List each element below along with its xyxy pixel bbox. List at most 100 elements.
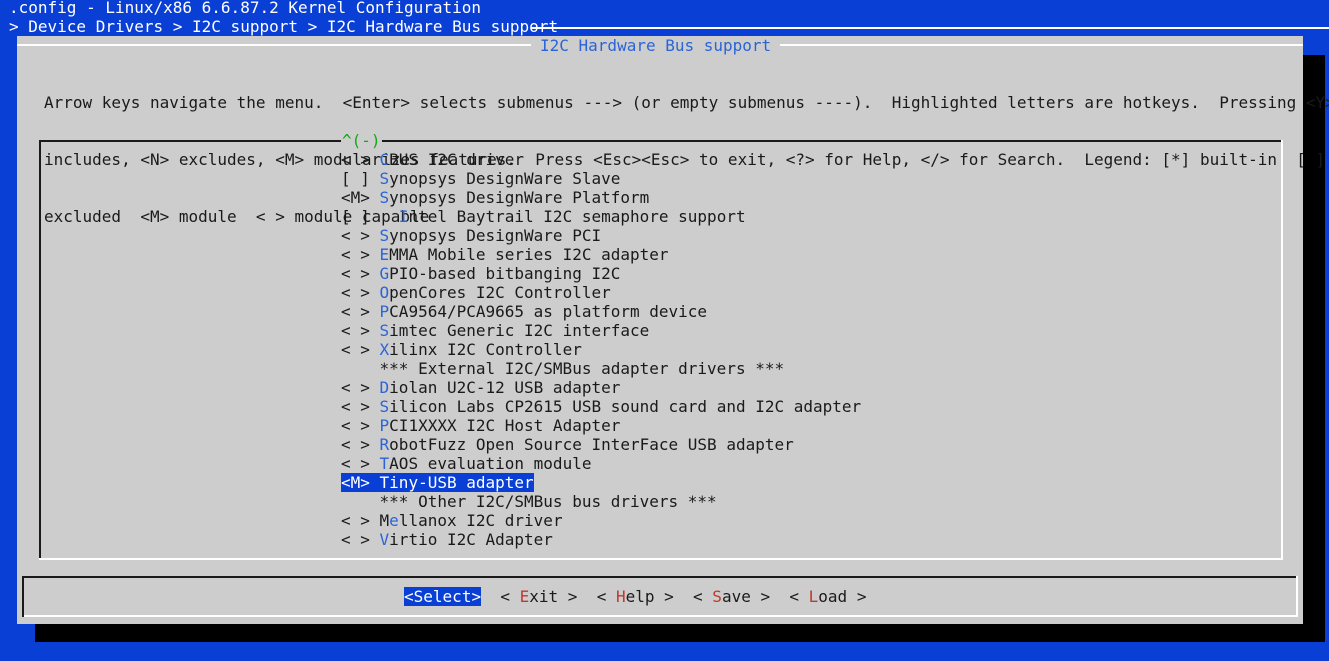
menu-item-label: ynopsys DesignWare Platform: [389, 188, 650, 207]
breadcrumb: > Device Drivers > I2C support > I2C Har…: [9, 17, 559, 36]
menu-item[interactable]: *** External I2C/SMBus adapter drivers *…: [341, 359, 861, 378]
menu-item[interactable]: < > GPIO-based bitbanging I2C: [341, 264, 861, 283]
menu-item-label: PIO-based bitbanging I2C: [389, 264, 621, 283]
menu-item-hotkey: S: [379, 226, 390, 245]
button-bracket: <: [404, 587, 414, 606]
menu-item-label: imtec Generic I2C interface: [389, 321, 650, 340]
menu-item-prefix: < >: [341, 340, 380, 359]
menu-item[interactable]: < > RobotFuzz Open Source InterFace USB …: [341, 435, 861, 454]
menu-item-prefix: < >: [341, 454, 380, 473]
menu-item-label: iolan U2C-12 USB adapter: [389, 378, 621, 397]
menu-item[interactable]: < > CBUS I2C driver: [341, 150, 861, 169]
menu-row: <M> Synopsys DesignWare Platform: [341, 188, 861, 207]
menu-item-prefix: [341, 492, 380, 511]
menu-item-label: llanox I2C driver: [398, 511, 563, 530]
menu-item-label: *** Other I2C/SMBus bus drivers ***: [379, 492, 717, 511]
exit-button[interactable]: < Exit >: [500, 587, 577, 606]
menu-item[interactable]: < > Synopsys DesignWare PCI: [341, 226, 861, 245]
menu-item-hotkey: V: [379, 530, 390, 549]
menu-item[interactable]: *** Other I2C/SMBus bus drivers ***: [341, 492, 861, 511]
menu-item-prefix: [ ]: [341, 207, 399, 226]
menu-item-hotkey: T: [379, 473, 390, 492]
menu-item-label: irtio I2C Adapter: [389, 530, 553, 549]
menu-row: < > Xilinx I2C Controller: [341, 340, 861, 359]
menu-item[interactable]: < > Simtec Generic I2C interface: [341, 321, 861, 340]
window-title: .config - Linux/x86 6.6.87.2 Kernel Conf…: [9, 0, 482, 17]
menu-item-hotkey: O: [379, 283, 390, 302]
button-gap: [674, 587, 693, 606]
menu-row: < > Silicon Labs CP2615 USB sound card a…: [341, 397, 861, 416]
menu-item-hotkey: e: [389, 511, 399, 530]
help-button[interactable]: < Help >: [597, 587, 674, 606]
menu-row: <M> Tiny-USB adapter: [341, 473, 861, 492]
menu-item-hotkey: P: [379, 416, 390, 435]
menu-item[interactable]: < > Virtio I2C Adapter: [341, 530, 861, 549]
menu-list: < > CBUS I2C driver[ ] Synopsys DesignWa…: [341, 150, 861, 549]
button-bar-border-right: [1296, 576, 1298, 617]
menu-item-prefix: <M>: [341, 473, 380, 492]
menu-border-bottom: [39, 558, 1283, 560]
menu-row: < > Diolan U2C-12 USB adapter: [341, 378, 861, 397]
menu-item[interactable]: < > OpenCores I2C Controller: [341, 283, 861, 302]
menu-item-label: AOS evaluation module: [389, 454, 592, 473]
button-bracket: <: [789, 587, 809, 606]
select-button[interactable]: <Select>: [404, 587, 482, 606]
menu-item-prefix: < >: [341, 416, 380, 435]
menu-row: [ ] Intel Baytrail I2C semaphore support: [341, 207, 861, 226]
load-button[interactable]: < Load >: [789, 587, 866, 606]
menu-border-top: [39, 140, 1283, 142]
menu-item[interactable]: < > PCA9564/PCA9665 as platform device: [341, 302, 861, 321]
menu-item-prefix: [ ]: [341, 169, 380, 188]
menu-row: < > TAOS evaluation module: [341, 454, 861, 473]
scroll-up-indicator: ^(-): [341, 131, 382, 150]
dialog-title: I2C Hardware Bus support: [531, 36, 781, 55]
menu-item[interactable]: [ ] Intel Baytrail I2C semaphore support: [341, 207, 861, 226]
menu-item-hotkey: S: [379, 321, 390, 340]
menu-item-prefix: < >: [341, 226, 380, 245]
menu-item[interactable]: < > Diolan U2C-12 USB adapter: [341, 378, 861, 397]
menu-item-hotkey: X: [379, 340, 390, 359]
menu-item-label: *** External I2C/SMBus adapter drivers *…: [379, 359, 785, 378]
menu-item[interactable]: < > Silicon Labs CP2615 USB sound card a…: [341, 397, 861, 416]
menu-item-label: ilinx I2C Controller: [389, 340, 582, 359]
button-bar-border-left: [22, 576, 24, 617]
menu-item-label: CI1XXXX I2C Host Adapter: [389, 416, 621, 435]
menu-item-hotkey: P: [379, 302, 390, 321]
menu-item-prefix: < >: [341, 435, 380, 454]
menu-item-label: obotFuzz Open Source InterFace USB adapt…: [389, 435, 794, 454]
button-hotkey: L: [808, 587, 819, 606]
menu-item-prefix: < >: [341, 264, 380, 283]
menu-item-hotkey: G: [379, 264, 390, 283]
menu-item-prefix: < >: [341, 378, 380, 397]
menu-row: < > PCI1XXXX I2C Host Adapter: [341, 416, 861, 435]
menu-item-prefix: < >: [341, 530, 380, 549]
menu-row: [ ] Synopsys DesignWare Slave: [341, 169, 861, 188]
menu-item-prefix: < >: [341, 283, 380, 302]
button-gap: [770, 587, 789, 606]
button-bracket: <: [596, 587, 616, 606]
menu-row: < > Synopsys DesignWare PCI: [341, 226, 861, 245]
menu-row: *** Other I2C/SMBus bus drivers ***: [341, 492, 861, 511]
menu-item-prefix: < > M: [341, 511, 390, 530]
menu-row: *** External I2C/SMBus adapter drivers *…: [341, 359, 861, 378]
menu-row: < > PCA9564/PCA9665 as platform device: [341, 302, 861, 321]
menu-row: < > CBUS I2C driver: [341, 150, 861, 169]
menu-item-selected[interactable]: <M> Tiny-USB adapter: [341, 473, 534, 492]
menu-item[interactable]: < > PCI1XXXX I2C Host Adapter: [341, 416, 861, 435]
menu-item[interactable]: < > Xilinx I2C Controller: [341, 340, 861, 359]
breadcrumb-rule: [531, 27, 1329, 29]
menu-item[interactable]: <M> Synopsys DesignWare Platform: [341, 188, 861, 207]
menu-border-left: [39, 140, 41, 560]
menu-item[interactable]: < > EMMA Mobile series I2C adapter: [341, 245, 861, 264]
menu-item-label: MMA Mobile series I2C adapter: [389, 245, 669, 264]
menu-row: < > OpenCores I2C Controller: [341, 283, 861, 302]
menu-item[interactable]: < > Mellanox I2C driver: [341, 511, 861, 530]
button-hotkey: E: [519, 587, 530, 606]
menu-item-label: iny-USB adapter: [389, 473, 534, 492]
save-button[interactable]: < Save >: [693, 587, 770, 606]
menu-item[interactable]: < > TAOS evaluation module: [341, 454, 861, 473]
menu-item[interactable]: [ ] Synopsys DesignWare Slave: [341, 169, 861, 188]
menu-item-hotkey: C: [379, 150, 390, 169]
menu-item-hotkey: S: [379, 397, 390, 416]
button-label: elect>: [423, 587, 482, 606]
